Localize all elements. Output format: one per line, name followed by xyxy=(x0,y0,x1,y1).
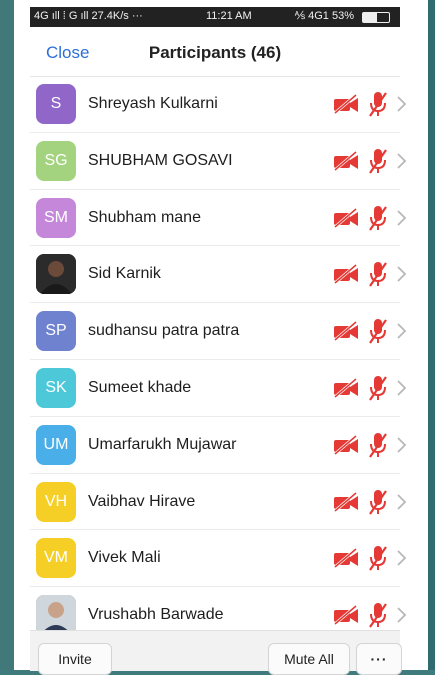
mic-muted-icon xyxy=(366,204,390,232)
avatar: UM xyxy=(36,424,76,465)
window-frame-right xyxy=(428,0,435,670)
battery-icon xyxy=(362,12,390,23)
participant-row[interactable]: UM Umarfarukh Mujawar xyxy=(30,417,407,474)
more-options-button[interactable]: ··· xyxy=(356,643,402,675)
chevron-right-icon[interactable] xyxy=(394,378,408,398)
participant-row[interactable]: SP sudhansu patra patra xyxy=(30,303,407,360)
video-off-icon xyxy=(332,434,360,456)
mic-muted-icon xyxy=(366,601,390,629)
mic-muted-icon xyxy=(366,90,390,118)
invite-button[interactable]: Invite xyxy=(38,643,112,675)
avatar: VH xyxy=(36,481,76,522)
avatar: SP xyxy=(36,311,76,352)
battery-fill xyxy=(363,13,377,22)
avatar: SM xyxy=(36,197,76,238)
participant-name: Sumeet khade xyxy=(88,378,192,396)
participant-row[interactable]: S Shreyash Kulkarni xyxy=(30,76,407,133)
video-off-icon xyxy=(332,320,360,342)
video-off-icon xyxy=(332,263,360,285)
participant-name: Shreyash Kulkarni xyxy=(88,95,218,112)
mic-muted-icon xyxy=(366,147,390,175)
mic-muted-icon xyxy=(366,374,390,402)
mute-all-button[interactable]: Mute All xyxy=(268,643,350,675)
status-bar: 4G ıll ⁞ G ıll 27.4K/s ··· 11:21 AM ⅍ 4G… xyxy=(30,7,400,27)
clock: 11:21 AM xyxy=(206,10,252,22)
window-frame-left xyxy=(0,0,14,670)
page-title: Participants (46) xyxy=(148,43,282,62)
chevron-right-icon[interactable] xyxy=(394,208,408,228)
participant-name: Shubham mane xyxy=(88,208,201,226)
participant-row[interactable]: SG SHUBHAM GOSAVI xyxy=(30,133,407,190)
video-off-icon xyxy=(332,604,360,626)
participant-name: Sid Karnik xyxy=(88,265,161,283)
participant-row[interactable]: VM Vivek Mali xyxy=(30,530,407,588)
participants-header: Close Participants (46) xyxy=(30,28,400,77)
participant-row[interactable]: SK Sumeet khade xyxy=(30,360,407,417)
battery-status: ⅍ 4G1 53% xyxy=(294,10,354,22)
chevron-right-icon[interactable] xyxy=(394,548,408,568)
video-off-icon xyxy=(332,207,360,229)
mic-muted-icon xyxy=(366,544,390,572)
chevron-right-icon[interactable] xyxy=(394,94,408,114)
chevron-right-icon[interactable] xyxy=(394,321,408,341)
participant-row[interactable]: Sid Karnik xyxy=(30,246,407,304)
participant-name: Vaibhav Hirave xyxy=(88,492,196,510)
chevron-right-icon[interactable] xyxy=(394,264,408,284)
avatar: SG xyxy=(36,140,76,181)
video-off-icon xyxy=(332,547,360,569)
mic-muted-icon xyxy=(366,431,390,459)
chevron-right-icon[interactable] xyxy=(394,492,408,512)
mic-muted-icon xyxy=(366,317,390,345)
participant-name: SHUBHAM GOSAVI xyxy=(88,151,233,169)
video-off-icon xyxy=(332,93,360,115)
signal-status: 4G ıll ⁞ G ıll 27.4K/s ··· xyxy=(34,10,143,22)
chevron-right-icon[interactable] xyxy=(394,435,408,455)
video-off-icon xyxy=(332,150,360,172)
participant-list: S Shreyash Kulkarni SG SHUBHAM GOSAVI SM Shub… xyxy=(30,76,407,644)
video-off-icon xyxy=(332,377,360,399)
chevron-right-icon[interactable] xyxy=(394,605,408,625)
avatar: VM xyxy=(36,538,76,579)
video-off-icon xyxy=(332,491,360,513)
participant-name: sudhansu patra patra xyxy=(88,322,240,340)
mic-muted-icon xyxy=(366,260,390,288)
avatar: S xyxy=(36,84,76,124)
participant-row[interactable]: SM Shubham mane xyxy=(30,190,407,247)
chevron-right-icon[interactable] xyxy=(394,151,408,171)
mic-muted-icon xyxy=(366,488,390,516)
participant-row[interactable]: VH Vaibhav Hirave xyxy=(30,474,407,531)
participant-name: Vivek Mali xyxy=(88,549,161,567)
avatar xyxy=(36,254,76,295)
participant-name: Umarfarukh Mujawar xyxy=(88,435,237,453)
avatar: SK xyxy=(36,367,76,408)
footer-toolbar: Invite Mute All ··· xyxy=(30,630,402,675)
participant-name: Vrushabh Barwade xyxy=(88,606,224,624)
